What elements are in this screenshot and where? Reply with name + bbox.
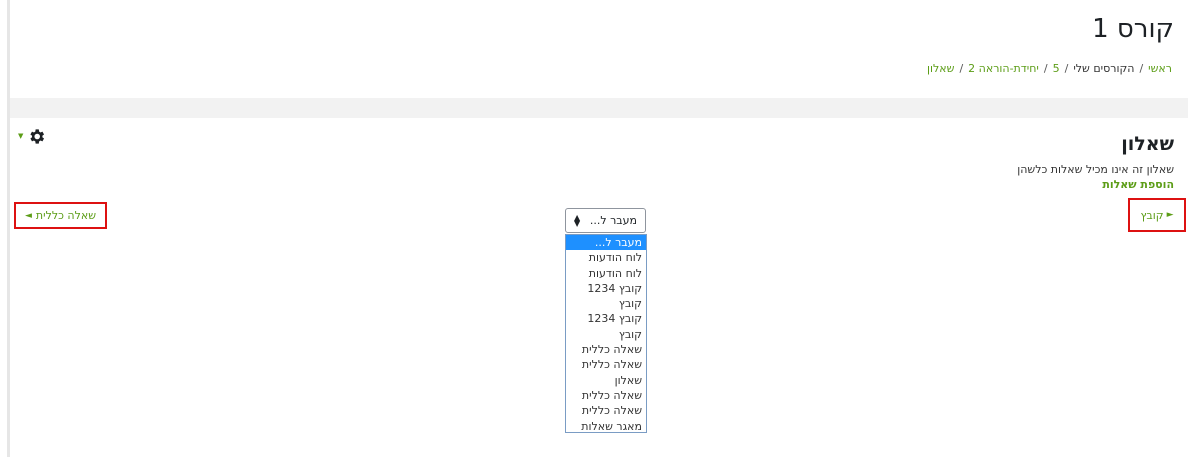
previous-activity-label: קובץ [1140, 208, 1164, 222]
breadcrumb: ראשי / הקורסים שלי / 5 / יחידת-הוראה 2 /… [927, 62, 1172, 75]
arrow-right-icon: ► [1166, 210, 1174, 220]
jump-to-dropdown-list[interactable]: מעבר ל... לוח הודעות לוח הודעות קובץ 123… [565, 234, 647, 433]
header-divider-band [10, 98, 1188, 118]
dropdown-option[interactable]: קובץ [566, 327, 646, 342]
breadcrumb-section[interactable]: יחידת-הוראה 2 [968, 62, 1039, 75]
breadcrumb-separator: / [959, 62, 964, 75]
activity-description: שאלון זה אינו מכיל שאלות כלשהן [1017, 163, 1174, 176]
activity-title: שאלון [1121, 133, 1174, 155]
breadcrumb-separator: / [1139, 62, 1144, 75]
course-title: קורס 1 [1092, 14, 1174, 44]
breadcrumb-my-courses[interactable]: הקורסים שלי [1073, 62, 1134, 75]
dropdown-option[interactable]: שאלה כללית [566, 357, 646, 372]
dropdown-option[interactable]: שאלון [566, 373, 646, 388]
dropdown-option[interactable]: קובץ 1234 [566, 281, 646, 296]
select-arrows-icon: ▲ ▼ [574, 212, 581, 228]
gear-icon [30, 129, 45, 144]
dropdown-option[interactable]: שאלה כללית [566, 403, 646, 418]
dropdown-option[interactable]: קובץ 1234 [566, 311, 646, 326]
jump-to-select[interactable]: מעבר ל... ▲ ▼ [565, 208, 646, 233]
dropdown-option[interactable]: שאלה כללית [566, 388, 646, 403]
next-activity-link[interactable]: שאלה כללית ◄ [14, 202, 107, 229]
breadcrumb-course[interactable]: 5 [1053, 62, 1060, 75]
breadcrumb-current[interactable]: שאלון [927, 62, 954, 75]
page-left-border [7, 0, 10, 457]
dropdown-option[interactable]: לוח הודעות [566, 266, 646, 281]
dropdown-option[interactable]: מאגר שאלות [566, 419, 646, 432]
next-activity-label: שאלה כללית [35, 209, 97, 222]
breadcrumb-separator: / [1043, 62, 1048, 75]
breadcrumb-separator: / [1064, 62, 1069, 75]
caret-down-icon: ▼ [18, 132, 24, 140]
breadcrumb-home[interactable]: ראשי [1148, 62, 1172, 75]
dropdown-option[interactable]: שאלה כללית [566, 342, 646, 357]
jump-to-selected-value: מעבר ל... [589, 214, 637, 227]
dropdown-option[interactable]: מעבר ל... [566, 235, 646, 251]
dropdown-option[interactable]: קובץ [566, 296, 646, 311]
arrow-left-icon: ◄ [25, 210, 32, 221]
add-questions-link[interactable]: הוספת שאלות [1102, 178, 1174, 191]
dropdown-option[interactable]: לוח הודעות [566, 250, 646, 265]
settings-menu-toggle[interactable]: ▼ [18, 127, 46, 146]
previous-activity-link[interactable]: ► קובץ [1128, 198, 1186, 232]
